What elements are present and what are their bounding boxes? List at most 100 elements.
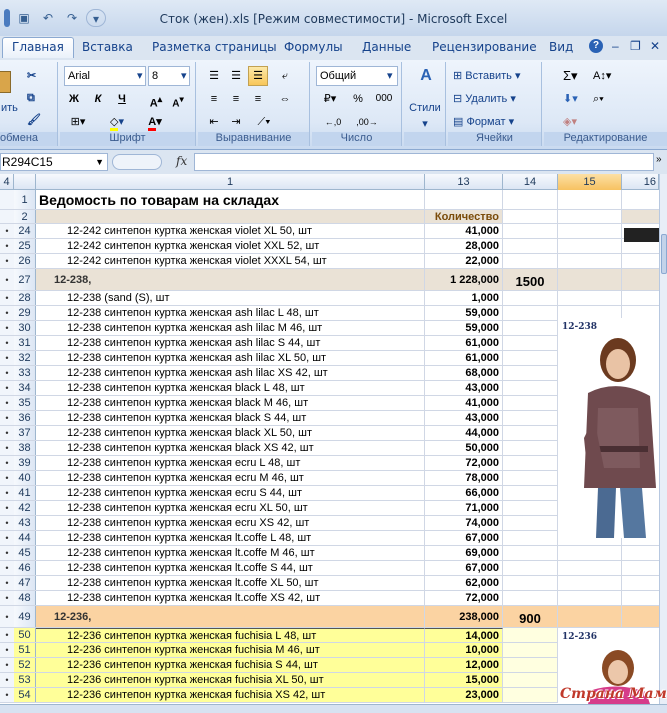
- item-name-cell[interactable]: 12-238,: [36, 269, 425, 290]
- vertical-scroll-thumb[interactable]: [661, 234, 667, 274]
- cell[interactable]: [503, 210, 558, 223]
- qty-cell[interactable]: 69,000: [425, 546, 503, 560]
- item-name-cell[interactable]: 12-238 синтепон куртка женская ash lilac…: [36, 351, 425, 365]
- cell[interactable]: [558, 606, 622, 627]
- row-number[interactable]: 51: [14, 643, 36, 657]
- font-size-dropdown-icon[interactable]: ▾: [180, 66, 190, 86]
- tab-data[interactable]: Данные: [362, 40, 411, 54]
- row-number[interactable]: 54: [14, 688, 36, 702]
- qty-cell[interactable]: 62,000: [425, 576, 503, 590]
- underline-button[interactable]: Ч: [112, 89, 132, 109]
- decrease-indent-icon[interactable]: ⇤: [204, 112, 224, 132]
- fill-color-icon[interactable]: ◇▾: [100, 112, 134, 132]
- qty-cell[interactable]: 78,000: [425, 471, 503, 485]
- outline-marker[interactable]: •: [0, 576, 14, 590]
- increase-decimal-icon[interactable]: ←,0: [318, 112, 348, 132]
- item-name-cell[interactable]: 12-238 синтепон куртка женская ecru M 46…: [36, 471, 425, 485]
- font-name-dropdown-icon[interactable]: ▾: [136, 66, 146, 86]
- clear-icon[interactable]: ◈▾: [562, 112, 584, 132]
- name-box-dropdown-icon[interactable]: ▼: [95, 154, 104, 170]
- row-number[interactable]: 39: [14, 456, 36, 470]
- item-name-cell[interactable]: 12-238 синтепон куртка женская ash lilac…: [36, 306, 425, 320]
- col-header-13[interactable]: 13: [425, 174, 503, 190]
- item-name-cell[interactable]: 12-238 синтепон куртка женская black XL …: [36, 426, 425, 440]
- extra-cell[interactable]: [503, 441, 558, 455]
- cell[interactable]: [558, 269, 622, 290]
- outline-marker[interactable]: •: [0, 306, 14, 320]
- extra-cell[interactable]: [503, 486, 558, 500]
- outline-marker[interactable]: •: [0, 501, 14, 515]
- delete-cells-button[interactable]: ⊟ Удалить ▾: [452, 89, 540, 109]
- wrap-text-icon[interactable]: ⤶: [274, 66, 296, 86]
- sheet-title[interactable]: Ведомость по товарам на складах: [36, 190, 425, 209]
- extra-cell[interactable]: [503, 501, 558, 515]
- qty-cell[interactable]: 14,000: [425, 628, 503, 642]
- row-number[interactable]: 35: [14, 396, 36, 410]
- extra-cell[interactable]: [503, 673, 558, 687]
- tab-page-layout[interactable]: Разметка страницы: [152, 40, 277, 54]
- item-name-cell[interactable]: 12-236 синтепон куртка женская fuchisia …: [36, 658, 425, 672]
- shrink-font-icon[interactable]: A▾: [168, 89, 188, 109]
- qty-cell[interactable]: 68,000: [425, 366, 503, 380]
- insert-cells-button[interactable]: ⊞ Вставить ▾: [452, 66, 540, 86]
- extra-cell[interactable]: [503, 561, 558, 575]
- outline-marker[interactable]: •: [0, 336, 14, 350]
- extra-cell[interactable]: [503, 658, 558, 672]
- horizontal-scrollbar[interactable]: [0, 704, 667, 713]
- item-name-cell[interactable]: 12-238 синтепон куртка женская ecru XS 4…: [36, 516, 425, 530]
- extra-cell[interactable]: [503, 254, 558, 268]
- thousands-button[interactable]: 000: [370, 89, 398, 109]
- insert-function-icon[interactable]: fx: [176, 154, 187, 168]
- outline-marker[interactable]: •: [0, 486, 14, 500]
- tab-home[interactable]: Главная: [2, 37, 74, 58]
- item-name-cell[interactable]: 12-238 синтепон куртка женская lt.coffe …: [36, 576, 425, 590]
- copy-icon[interactable]: ⧉: [26, 88, 46, 108]
- outline-marker[interactable]: •: [0, 239, 14, 253]
- row-number[interactable]: 34: [14, 381, 36, 395]
- row-number[interactable]: 37: [14, 426, 36, 440]
- outline-marker[interactable]: •: [0, 673, 14, 687]
- qty-cell[interactable]: 61,000: [425, 336, 503, 350]
- row-number[interactable]: 29: [14, 306, 36, 320]
- fill-icon[interactable]: ⬇▾: [562, 89, 584, 109]
- bold-button[interactable]: Ж: [64, 89, 84, 109]
- extra-cell[interactable]: [503, 643, 558, 657]
- outline-marker[interactable]: •: [0, 531, 14, 545]
- row-number[interactable]: 46: [14, 561, 36, 575]
- tab-insert[interactable]: Вставка: [82, 40, 133, 54]
- worksheet-grid[interactable]: 4 1 13 14 15 16 1 Ведомость по товарам н…: [0, 174, 659, 704]
- help-icon[interactable]: ?: [589, 39, 603, 53]
- qty-cell[interactable]: 71,000: [425, 501, 503, 515]
- item-name-cell[interactable]: 12-238 синтепон куртка женская ash lilac…: [36, 321, 425, 335]
- outline-marker[interactable]: •: [0, 658, 14, 672]
- outline-marker[interactable]: •: [0, 321, 14, 335]
- cell[interactable]: [558, 591, 622, 605]
- item-name-cell[interactable]: 12-236 синтепон куртка женская fuchisia …: [36, 673, 425, 687]
- item-name-cell[interactable]: 12-236 синтепон куртка женская fuchisia …: [36, 628, 425, 642]
- outline-marker[interactable]: •: [0, 643, 14, 657]
- align-middle-icon[interactable]: ☰: [226, 66, 246, 86]
- extra-cell[interactable]: [503, 366, 558, 380]
- minimize-icon[interactable]: –: [612, 39, 619, 53]
- outline-marker[interactable]: •: [0, 628, 14, 642]
- cell[interactable]: [558, 190, 622, 209]
- extra-cell[interactable]: [503, 321, 558, 335]
- extra-cell[interactable]: [503, 396, 558, 410]
- qty-cell[interactable]: 66,000: [425, 486, 503, 500]
- extra-cell[interactable]: [503, 531, 558, 545]
- cell[interactable]: [558, 254, 622, 268]
- photo-fragment[interactable]: [624, 228, 659, 242]
- align-center-icon[interactable]: ≡: [226, 89, 246, 109]
- align-bottom-icon[interactable]: ☰: [248, 66, 268, 86]
- product-photo-12-238[interactable]: 12-238: [558, 318, 659, 538]
- col-header-1[interactable]: 1: [36, 174, 425, 190]
- increase-indent-icon[interactable]: ⇥: [226, 112, 246, 132]
- item-name-cell[interactable]: 12-238 синтепон куртка женская ash lilac…: [36, 336, 425, 350]
- row-number[interactable]: 31: [14, 336, 36, 350]
- item-name-cell[interactable]: 12-238 (sand (S), шт: [36, 291, 425, 305]
- row-number[interactable]: 52: [14, 658, 36, 672]
- item-name-cell[interactable]: 12-236 синтепон куртка женская fuchisia …: [36, 643, 425, 657]
- qty-cell[interactable]: 1 228,000: [425, 269, 503, 290]
- styles-icon[interactable]: A: [412, 66, 440, 94]
- qty-cell[interactable]: 15,000: [425, 673, 503, 687]
